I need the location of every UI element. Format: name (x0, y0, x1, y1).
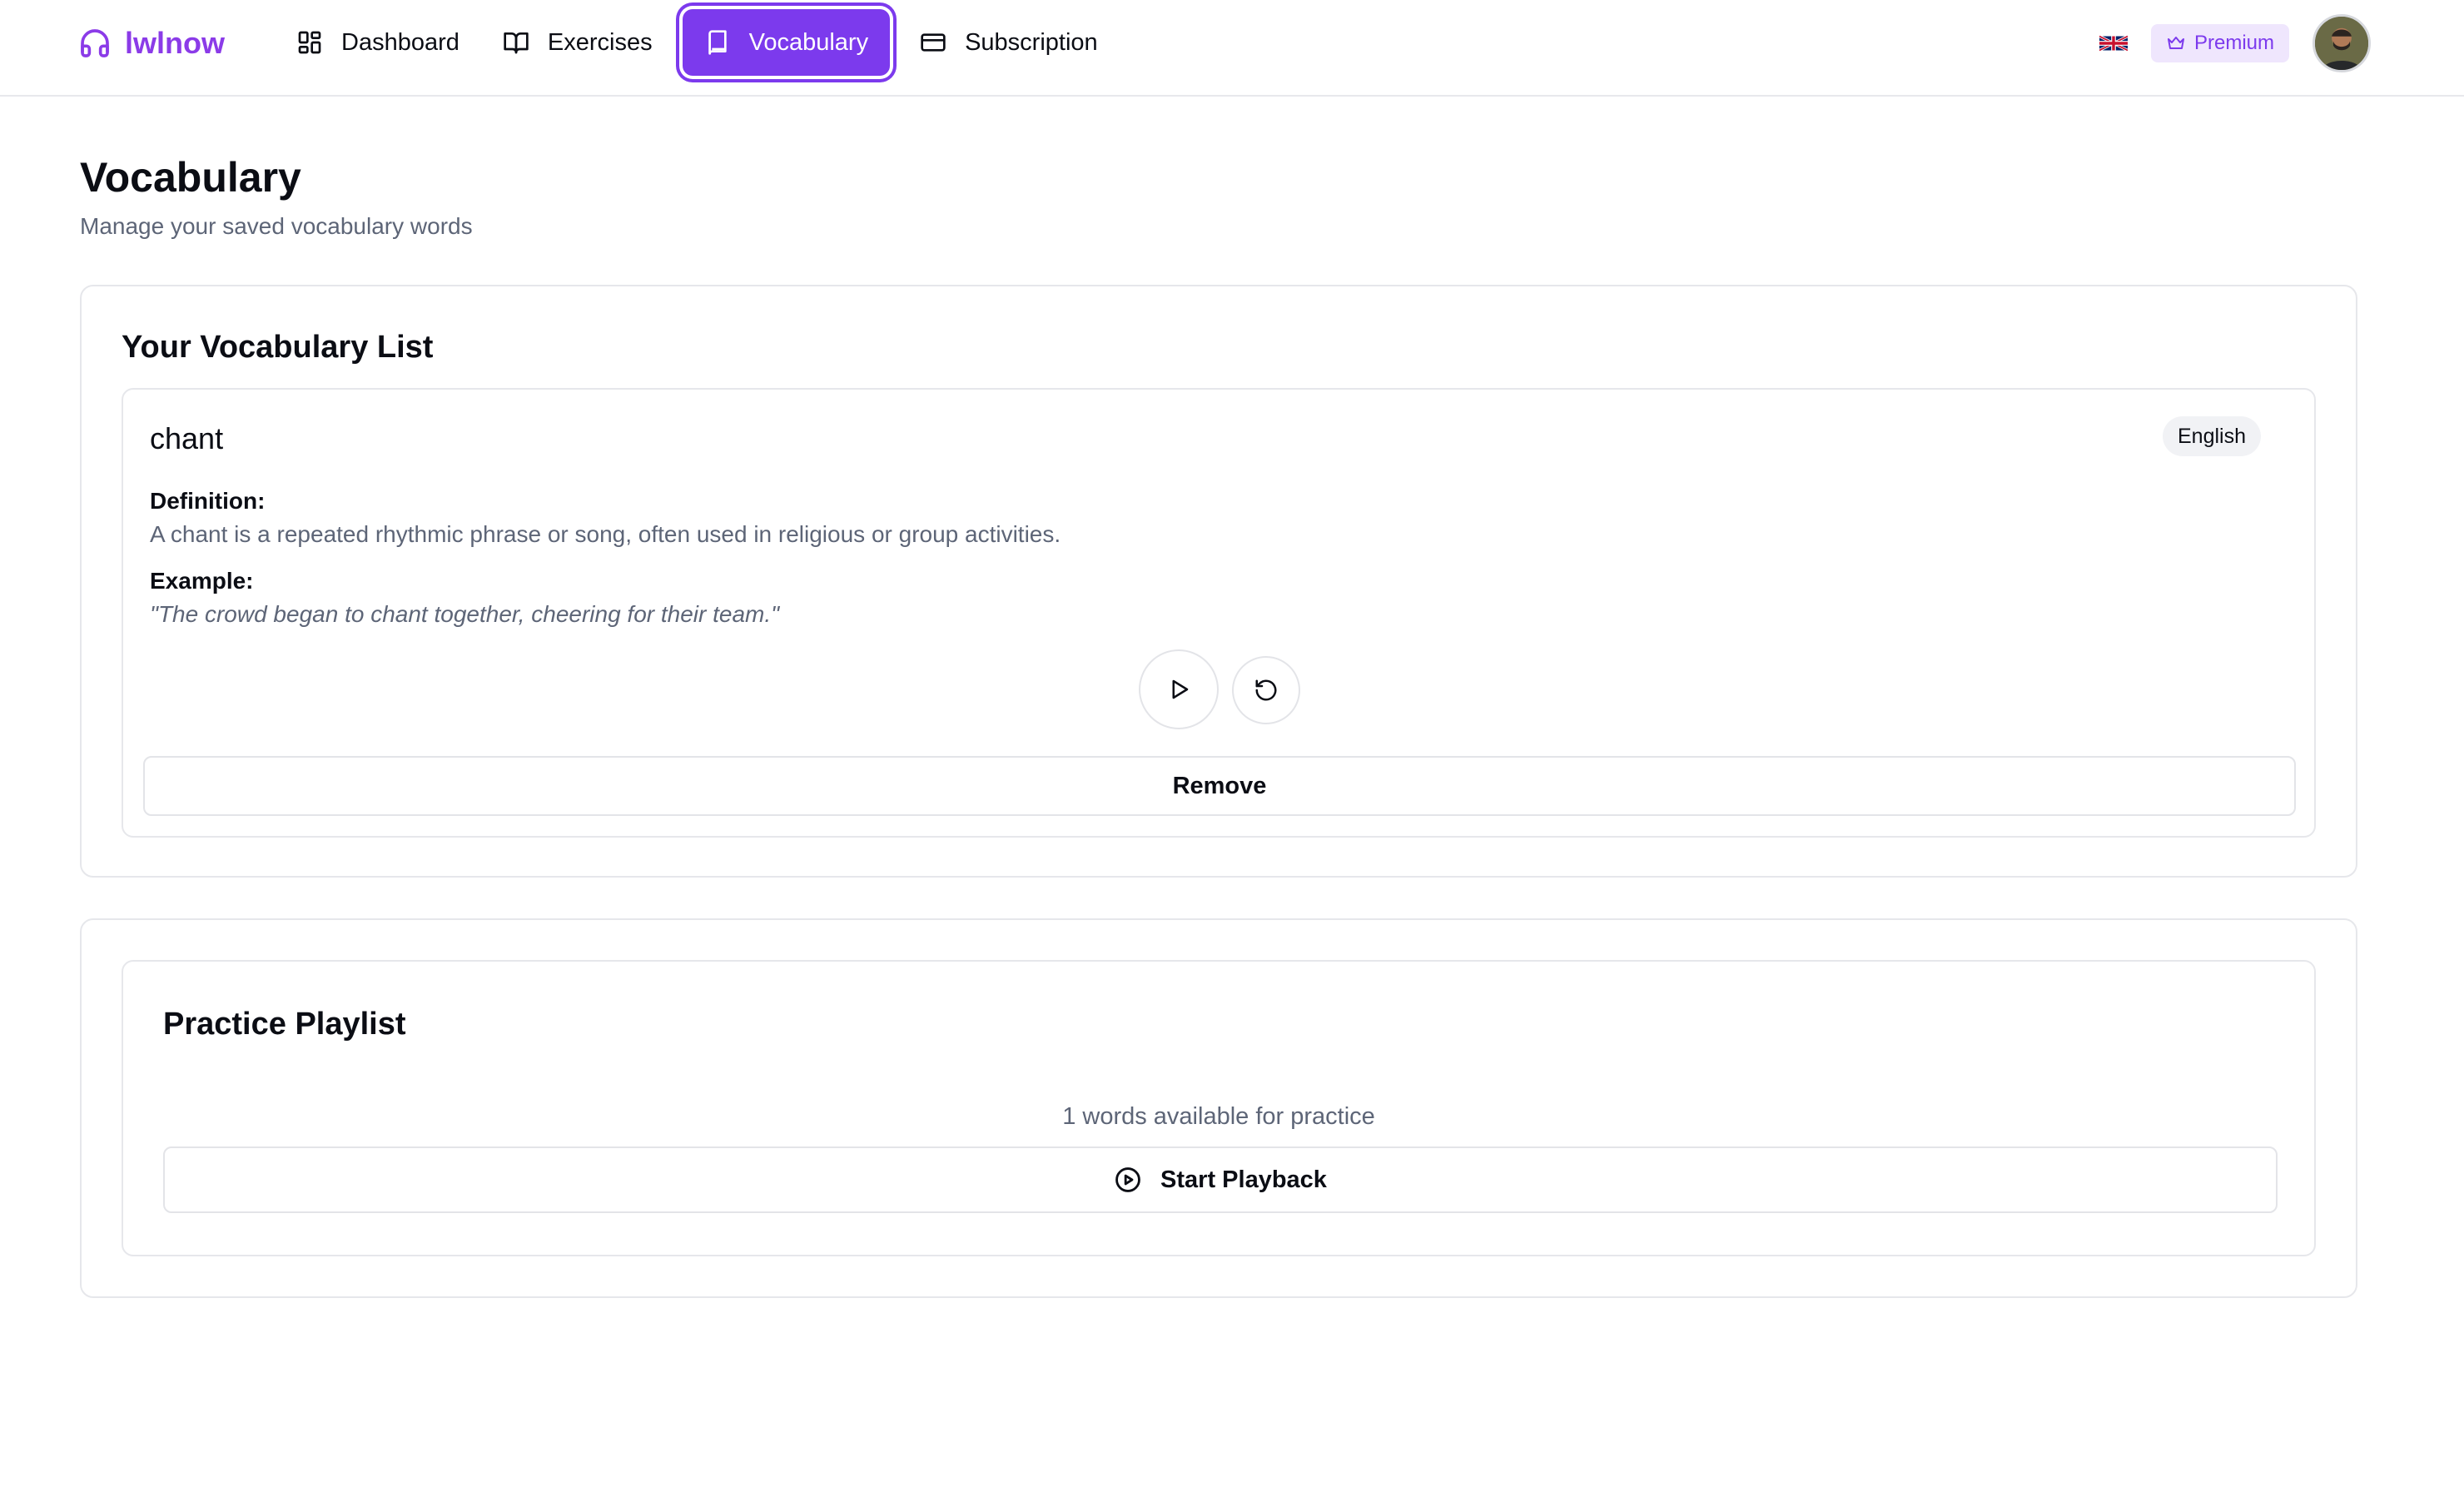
vocabulary-list-section: Your Vocabulary List chant English Defin… (80, 285, 2357, 878)
credit-card-icon (921, 33, 946, 52)
play-circle-icon (1115, 1167, 1140, 1192)
open-book-icon (504, 32, 529, 54)
rotate-ccw-icon (1255, 679, 1277, 701)
practice-playlist-section: Practice Playlist 1 words available for … (80, 918, 2357, 1298)
headphones-icon (81, 29, 109, 57)
practice-playlist-card: Practice Playlist 1 words available for … (122, 960, 2316, 1256)
word-title: chant (150, 421, 224, 455)
nav-item-exercises[interactable]: Exercises (481, 9, 674, 76)
nav-label: Subscription (965, 28, 1098, 56)
premium-label: Premium (2193, 32, 2274, 54)
avatar-photo (2315, 17, 2368, 70)
example-text: "The crowd began to chant together, chee… (150, 601, 780, 627)
app-logo[interactable]: lwlnow (78, 23, 225, 63)
definition-label: Definition: (150, 488, 266, 514)
nav-label: Dashboard (341, 28, 460, 56)
nav-item-vocabulary[interactable]: Vocabulary (682, 9, 891, 76)
app-name: lwlnow (125, 26, 225, 60)
book-icon (708, 30, 727, 55)
definition-text: A chant is a repeated rhythmic phrase or… (150, 521, 1061, 547)
nav-item-subscription[interactable]: Subscription (898, 9, 1120, 76)
vocabulary-word-card: chant English Definition: A chant is a r… (122, 388, 2316, 838)
example-label: Example: (150, 568, 254, 594)
start-playback-label: Start Playback (1160, 1166, 1327, 1193)
page-title: Vocabulary (80, 154, 301, 201)
replay-button[interactable] (1232, 656, 1300, 724)
main-nav: Dashboard Exercises Vocabulary Subscript… (275, 9, 1120, 76)
user-avatar[interactable] (2312, 14, 2371, 72)
dashboard-grid-icon (298, 31, 321, 54)
premium-badge[interactable]: Premium (2150, 24, 2289, 62)
section-title: Your Vocabulary List (122, 330, 434, 365)
nav-label: Exercises (547, 28, 653, 56)
language-badge: English (2163, 416, 2261, 456)
uk-flag-icon[interactable] (2099, 34, 2128, 52)
top-navigation-bar: lwlnow Dashboard Exercises Vocabulary Su… (0, 0, 2464, 97)
start-playback-button[interactable]: Start Playback (163, 1146, 2278, 1213)
remove-label: Remove (1172, 772, 1267, 799)
header-tools: Premium (2099, 13, 2371, 73)
crown-icon (2167, 37, 2184, 49)
page-subtitle: Manage your saved vocabulary words (80, 213, 473, 239)
available-words-text: 1 words available for practice (1062, 1103, 1375, 1130)
play-pronunciation-button[interactable] (1139, 649, 1219, 729)
playlist-title: Practice Playlist (163, 1007, 406, 1042)
nav-item-dashboard[interactable]: Dashboard (275, 9, 481, 76)
play-icon (1172, 679, 1189, 699)
nav-label: Vocabulary (748, 28, 869, 56)
remove-button[interactable]: Remove (143, 756, 2296, 816)
